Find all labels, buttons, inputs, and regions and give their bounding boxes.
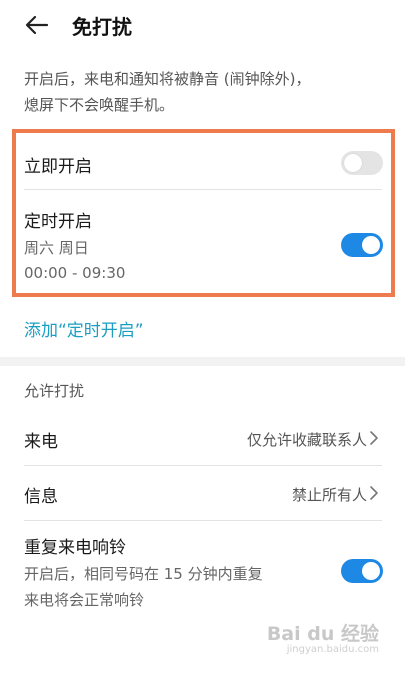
immediate-enable-switch[interactable]: [341, 151, 383, 175]
chevron-right-icon: [370, 431, 378, 445]
add-schedule-link[interactable]: 添加“定时开启”: [24, 316, 144, 341]
allow-interruptions-panel: 允许打扰 来电 仅允许收藏联系人 信息 禁止所有人 重复来电响铃 开启后，相同号…: [0, 366, 405, 680]
divider: [24, 189, 382, 190]
divider: [24, 465, 382, 466]
switch-knob: [344, 154, 362, 172]
immediate-enable-label: 立即开启: [24, 157, 92, 177]
messages-value: 禁止所有人: [291, 486, 367, 504]
description-line-1: 开启后，来电和通知将被静音 (闹钟除外)，: [24, 70, 311, 88]
switch-knob: [362, 236, 380, 254]
back-button[interactable]: [22, 10, 52, 40]
dnd-description: 开启后，来电和通知将被静音 (闹钟除外)， 熄屏下不会唤醒手机。: [24, 66, 394, 118]
allow-section-title: 允许打扰: [24, 382, 85, 400]
switch-knob: [362, 562, 380, 580]
messages-label: 信息: [24, 487, 58, 507]
watermark-brand: Bai du 经验: [266, 623, 379, 645]
back-arrow-icon: [25, 15, 49, 35]
calls-label: 来电: [24, 432, 58, 452]
page-title: 免打扰: [72, 15, 132, 39]
settings-top-panel: 免打扰 开启后，来电和通知将被静音 (闹钟除外)， 熄屏下不会唤醒手机。 立即开…: [0, 0, 405, 357]
repeat-calls-label: 重复来电响铃: [24, 538, 126, 558]
repeat-calls-desc-line-1: 开启后，相同号码在 15 分钟内重复: [24, 565, 263, 583]
scheduled-enable-switch[interactable]: [341, 233, 383, 257]
divider: [24, 520, 382, 521]
header: 免打扰: [0, 0, 405, 56]
baidu-watermark: Bai du 经验 jingyan.baidu.com: [266, 623, 379, 658]
description-line-2: 熄屏下不会唤醒手机。: [24, 96, 175, 114]
chevron-right-icon: [370, 486, 378, 500]
repeat-calls-switch[interactable]: [341, 559, 383, 583]
calls-value: 仅允许收藏联系人: [246, 431, 367, 449]
scheduled-days: 周六 周日: [24, 239, 89, 257]
repeat-calls-desc-line-2: 来电将会正常响铃: [24, 591, 145, 609]
scheduled-enable-label: 定时开启: [24, 212, 92, 232]
scheduled-time: 00:00 - 09:30: [24, 264, 126, 282]
